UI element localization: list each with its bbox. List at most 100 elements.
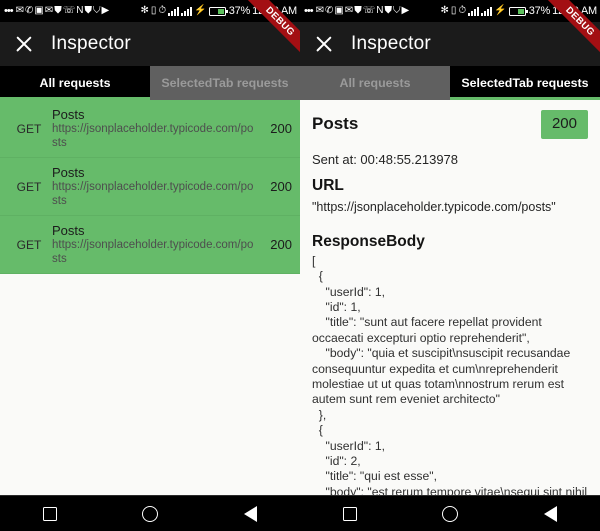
home-button[interactable] bbox=[127, 496, 173, 531]
charging-icon: ⚡ bbox=[494, 5, 507, 16]
request-name: Posts bbox=[52, 165, 85, 180]
url-label: URL bbox=[312, 176, 344, 194]
clock: 12:49 AM bbox=[552, 5, 597, 17]
shield-check-icon: ⛉ bbox=[92, 5, 101, 16]
request-status: 200 bbox=[270, 179, 292, 194]
tab-selectedtab-requests-label: SelectedTab requests bbox=[461, 76, 589, 90]
request-detail-container[interactable]: Posts 200 Sent at: 00:48:55.213978 URL "… bbox=[300, 100, 600, 495]
signal-icon bbox=[168, 6, 180, 16]
more-dots-icon: ••• bbox=[4, 5, 14, 17]
request-info: Posts https://jsonplaceholder.typicode.co… bbox=[52, 223, 258, 266]
response-body-content: [ { "userId": 1, "id": 1, "title": "sunt… bbox=[312, 253, 588, 495]
battery-percent: 37% bbox=[228, 5, 251, 17]
shield-outline-icon: ⛊ bbox=[384, 5, 392, 16]
phone-screen-left: ••• ✉ ✆ ▣ ✉ ⛊ ☏ N ⛊ ⛉ ▶ ✻ ▯ ⏱ ⚡ 37% 12:4… bbox=[0, 0, 300, 531]
tab-all-requests-label: All requests bbox=[39, 76, 111, 90]
whatsapp-icon: ☏ bbox=[362, 5, 376, 16]
recents-button[interactable] bbox=[27, 496, 73, 531]
back-button[interactable] bbox=[227, 496, 273, 531]
tab-all-requests[interactable]: All requests bbox=[300, 66, 450, 100]
shield-icon: ⛊ bbox=[354, 5, 362, 16]
gmail-icon: ✉ bbox=[15, 5, 24, 16]
tab-selectedtab-requests[interactable]: SelectedTab requests bbox=[450, 66, 600, 100]
sent-at-text: Sent at: 00:48:55.213978 bbox=[312, 151, 459, 167]
tab-indicator bbox=[450, 97, 600, 100]
app-bar-left: Inspector bbox=[0, 22, 300, 66]
news-icon: N bbox=[76, 5, 84, 16]
dual-screenshot-container: ••• ✉ ✆ ▣ ✉ ⛊ ☏ N ⛊ ⛉ ▶ ✻ ▯ ⏱ ⚡ 37% 12:4… bbox=[0, 0, 600, 531]
tab-bar-left: All requests SelectedTab requests bbox=[0, 66, 300, 100]
request-name: Posts bbox=[52, 107, 85, 122]
requests-list: GET Posts https://jsonplaceholder.typicode… bbox=[0, 100, 300, 274]
tab-all-requests[interactable]: All requests bbox=[0, 66, 150, 100]
status-badge: 200 bbox=[540, 110, 588, 139]
recents-button[interactable] bbox=[327, 496, 373, 531]
status-bar-notification-icons: ••• ✉ ✆ ▣ ✉ ⛊ ☏ N ⛊ ⛉ ▶ bbox=[4, 6, 141, 17]
request-status: 200 bbox=[270, 237, 292, 252]
circle-icon bbox=[442, 505, 458, 522]
close-icon[interactable] bbox=[13, 33, 35, 55]
signal-icon bbox=[468, 6, 480, 16]
request-row[interactable]: GET Posts https://jsonplaceholder.typicode… bbox=[0, 100, 300, 158]
gmail-icon: ✉ bbox=[315, 5, 324, 16]
square-icon bbox=[343, 506, 357, 521]
url-value: "https://jsonplaceholder.typicode.com/po… bbox=[312, 199, 556, 214]
tab-selectedtab-requests[interactable]: SelectedTab requests bbox=[150, 66, 300, 100]
alarm-icon: ⏱ bbox=[158, 5, 167, 16]
triangle-back-icon bbox=[543, 505, 557, 522]
response-body-label: ResponseBody bbox=[312, 232, 425, 250]
close-icon[interactable] bbox=[313, 33, 335, 55]
bluetooth-icon: ✻ bbox=[440, 5, 449, 16]
circle-icon bbox=[142, 505, 158, 522]
phone-screen-right: ••• ✉ ✆ ▣ ✉ ⛊ ☏ N ⛊ ⛉ ▶ ✻ ▯ ⏱ ⚡ 37% 12:4… bbox=[300, 0, 600, 531]
request-detail: Posts 200 Sent at: 00:48:55.213978 URL "… bbox=[300, 100, 600, 495]
app-bar-right: Inspector bbox=[300, 22, 600, 66]
screenshot-icon: ▣ bbox=[34, 5, 44, 16]
page-title: Inspector bbox=[351, 33, 431, 54]
request-url: https://jsonplaceholder.typicode.com/pos… bbox=[52, 181, 254, 207]
detail-header: Posts 200 bbox=[312, 110, 588, 139]
vibrate-icon: ▯ bbox=[150, 5, 157, 16]
battery-icon bbox=[208, 6, 228, 16]
tab-selectedtab-requests-label: SelectedTab requests bbox=[161, 76, 289, 90]
request-url: https://jsonplaceholder.typicode.com/pos… bbox=[52, 123, 254, 149]
signal-icon-2 bbox=[481, 6, 493, 16]
play-icon: ▶ bbox=[401, 5, 410, 16]
clock: 12:49 AM bbox=[252, 5, 297, 17]
request-status: 200 bbox=[270, 121, 292, 136]
request-row[interactable]: GET Posts https://jsonplaceholder.typicode… bbox=[0, 158, 300, 216]
battery-icon bbox=[508, 6, 528, 16]
tab-bar-right: All requests SelectedTab requests bbox=[300, 66, 600, 100]
shield-outline-icon: ⛊ bbox=[84, 5, 92, 16]
whatsapp-icon: ☏ bbox=[62, 5, 76, 16]
charging-icon: ⚡ bbox=[194, 5, 207, 16]
news-icon: N bbox=[376, 5, 384, 16]
status-bar-system-icons: ✻ ▯ ⏱ ⚡ 37% 12:49 AM bbox=[140, 5, 298, 17]
triangle-back-icon bbox=[243, 505, 257, 522]
request-url: https://jsonplaceholder.typicode.com/pos… bbox=[52, 239, 254, 265]
back-button[interactable] bbox=[527, 496, 573, 531]
screenshot-icon: ▣ bbox=[334, 5, 344, 16]
status-bar-left: ••• ✉ ✆ ▣ ✉ ⛊ ☏ N ⛊ ⛉ ▶ ✻ ▯ ⏱ ⚡ 37% 12:4… bbox=[0, 0, 300, 22]
status-bar-right: ••• ✉ ✆ ▣ ✉ ⛊ ☏ N ⛊ ⛉ ▶ ✻ ▯ ⏱ ⚡ 37% 12:4… bbox=[300, 0, 600, 22]
request-name: Posts bbox=[52, 223, 85, 238]
request-row[interactable]: GET Posts https://jsonplaceholder.typicode… bbox=[0, 216, 300, 274]
battery-percent: 37% bbox=[528, 5, 551, 17]
shield-check-icon: ⛉ bbox=[392, 5, 401, 16]
request-info: Posts https://jsonplaceholder.typicode.co… bbox=[52, 107, 258, 150]
bluetooth-icon: ✻ bbox=[140, 5, 149, 16]
page-title: Inspector bbox=[51, 33, 131, 54]
phone-icon: ✆ bbox=[324, 5, 334, 16]
requests-list-container[interactable]: GET Posts https://jsonplaceholder.typicode… bbox=[0, 100, 300, 495]
request-method: GET bbox=[16, 237, 42, 252]
request-method: GET bbox=[16, 179, 42, 194]
alarm-icon: ⏱ bbox=[458, 5, 467, 16]
android-nav-bar-left bbox=[0, 495, 300, 531]
vibrate-icon: ▯ bbox=[450, 5, 457, 16]
status-bar-system-icons-right: ✻ ▯ ⏱ ⚡ 37% 12:49 AM bbox=[440, 5, 598, 17]
request-method: GET bbox=[16, 121, 42, 136]
home-button[interactable] bbox=[427, 496, 473, 531]
phone-icon: ✆ bbox=[24, 5, 34, 16]
android-nav-bar-right bbox=[300, 495, 600, 531]
mail-icon: ✉ bbox=[44, 5, 54, 16]
